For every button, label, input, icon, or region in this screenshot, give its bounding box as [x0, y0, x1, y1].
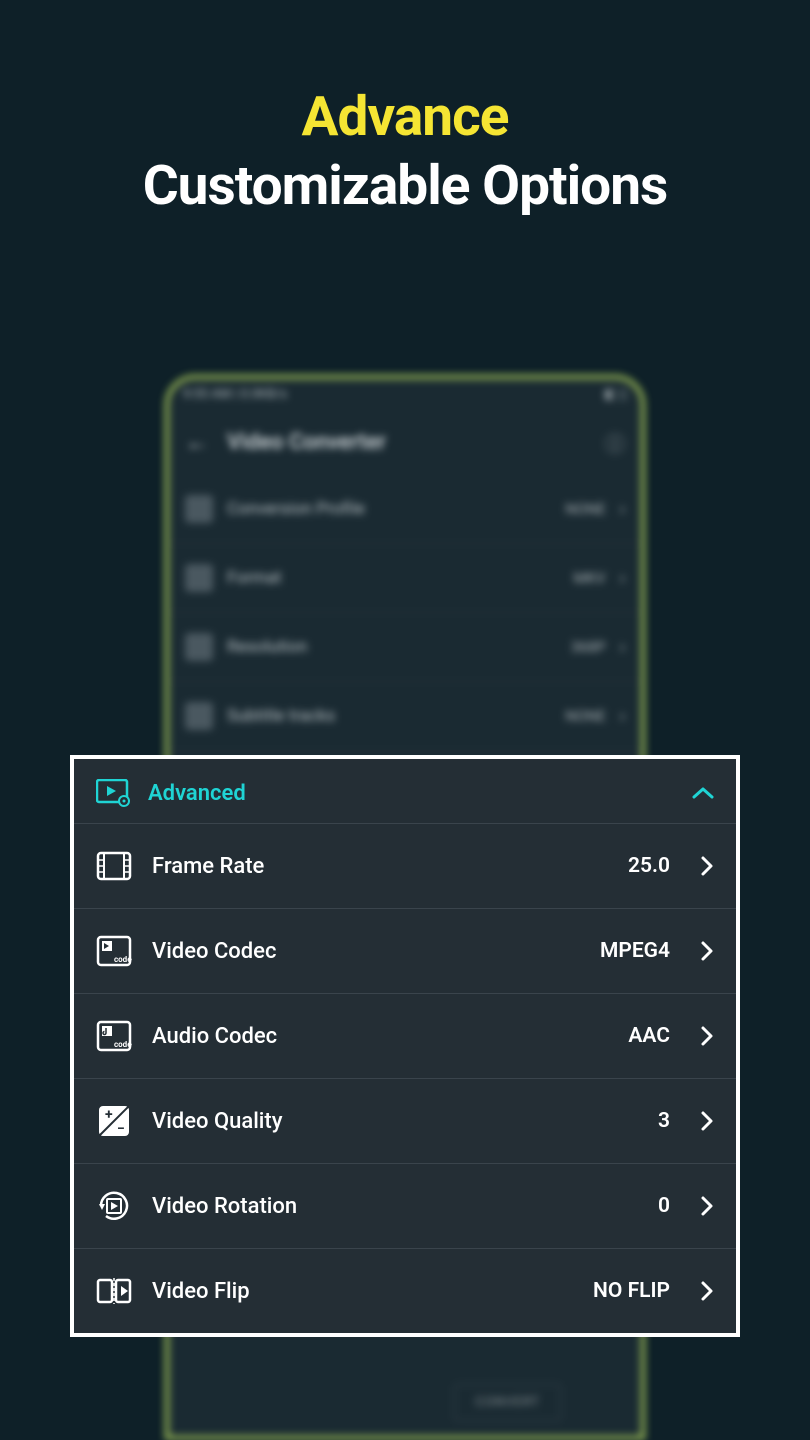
back-icon[interactable]: ← [185, 428, 209, 457]
help-icon[interactable]: ⓘ [605, 428, 625, 457]
svg-text:−: − [117, 1121, 125, 1137]
row-value: NONE [565, 707, 605, 725]
row-value: 368P [571, 638, 606, 656]
status-bar: 9:55 AM | 0.0KB/s ◧ ▯ [169, 379, 641, 410]
svg-text:codec: codec [114, 955, 132, 964]
row-label: Conversion Profile [227, 499, 551, 519]
row-label: Frame Rate [152, 854, 608, 879]
row-value: NO FLIP [593, 1279, 670, 1303]
chevron-up-icon [692, 786, 714, 800]
chevron-right-icon [700, 1195, 714, 1217]
audio-codec-row[interactable]: codec Audio Codec AAC [74, 993, 736, 1078]
chevron-right-icon [700, 940, 714, 962]
row-value: NONE [565, 500, 605, 518]
status-time: 9:55 AM | 0.0KB/s [183, 387, 287, 402]
row-label: Video Flip [152, 1279, 573, 1304]
video-flip-row[interactable]: Video Flip NO FLIP [74, 1248, 736, 1333]
promo-heading: Advance Customizable Options [0, 0, 810, 218]
app-title: Video Converter [227, 430, 587, 455]
row-value: MKV [574, 569, 606, 587]
row-label: Video Rotation [152, 1194, 638, 1219]
video-quality-row[interactable]: + − Video Quality 3 [74, 1078, 736, 1163]
row-value: AAC [628, 1024, 670, 1048]
option-row[interactable]: Conversion Profile NONE › [169, 475, 641, 544]
resolution-icon [185, 633, 213, 661]
promo-line1: Advance [0, 85, 810, 149]
chevron-right-icon [700, 1110, 714, 1132]
chevron-right-icon [700, 1280, 714, 1302]
row-label: Format [227, 568, 560, 588]
app-header: ← Video Converter ⓘ [169, 410, 641, 475]
film-icon [96, 848, 132, 884]
chevron-right-icon: › [620, 499, 625, 520]
advanced-panel: Advanced Frame Rate 25.0 [70, 755, 740, 1337]
promo-line2: Customizable Options [0, 154, 810, 218]
flip-icon [96, 1273, 132, 1309]
option-row[interactable]: Resolution 368P › [169, 613, 641, 682]
audio-codec-icon: codec [96, 1018, 132, 1054]
row-label: Video Quality [152, 1109, 638, 1134]
advanced-icon [96, 779, 130, 807]
subtitle-icon [185, 702, 213, 730]
svg-text:codec: codec [114, 1040, 132, 1049]
quality-icon: + − [96, 1103, 132, 1139]
video-rotation-row[interactable]: Video Rotation 0 [74, 1163, 736, 1248]
rotation-icon [96, 1188, 132, 1224]
format-icon [185, 564, 213, 592]
row-value: MPEG4 [600, 939, 670, 963]
chevron-right-icon [700, 855, 714, 877]
convert-button[interactable]: CONVERT [454, 1384, 561, 1421]
video-codec-icon: codec [96, 933, 132, 969]
row-label: Subtitle tracks [227, 706, 551, 726]
video-codec-row[interactable]: codec Video Codec MPEG4 [74, 908, 736, 993]
advanced-title: Advanced [148, 781, 674, 806]
option-row[interactable]: Format MKV › [169, 544, 641, 613]
row-label: Audio Codec [152, 1024, 608, 1049]
row-label: Resolution [227, 637, 557, 657]
advanced-header[interactable]: Advanced [74, 759, 736, 823]
chevron-right-icon: › [620, 637, 625, 658]
chevron-right-icon: › [620, 568, 625, 589]
row-label: Video Codec [152, 939, 580, 964]
row-value: 3 [658, 1109, 670, 1133]
svg-text:+: + [105, 1107, 113, 1123]
row-value: 25.0 [628, 854, 670, 878]
option-row[interactable]: Subtitle tracks NONE › [169, 682, 641, 751]
row-value: 0 [658, 1194, 670, 1218]
chevron-right-icon [700, 1025, 714, 1047]
profile-icon [185, 495, 213, 523]
frame-rate-row[interactable]: Frame Rate 25.0 [74, 823, 736, 908]
chevron-right-icon: › [620, 706, 625, 727]
status-icons: ◧ ▯ [604, 387, 627, 402]
